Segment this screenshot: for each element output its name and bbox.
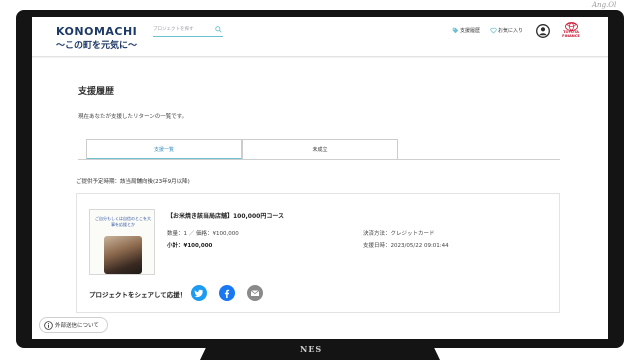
share-facebook-button[interactable]: [219, 285, 235, 301]
twitter-icon: [194, 289, 203, 298]
site-header: KONOMACHI 〜この町を元気に〜 プロジェクトを探す 支援履歴 お気に入り: [32, 17, 608, 57]
main-content: 支援履歴 現在あなたが支援したリターンの一覧です。 支援一覧 未成立 ご提供予定…: [32, 58, 608, 339]
tab-unestablished[interactable]: 未成立: [242, 139, 398, 160]
quantity-price: 数量：1 ／ 価格：¥100,000: [167, 231, 239, 237]
support-history-label: 支援履歴: [460, 28, 481, 34]
delivery-period-label: ご提供予定時期：該当局舗向後(23年9月以降): [76, 179, 190, 185]
site-logo-title[interactable]: KONOMACHI: [56, 25, 137, 38]
project-thumbnail[interactable]: ご自分もしくは自信のとこを大事を応援とか: [89, 209, 155, 275]
thumbnail-photo: [104, 236, 142, 274]
user-account-icon[interactable]: [536, 24, 550, 38]
page-description: 現在あなたが支援したリターンの一覧です。: [78, 114, 188, 120]
search-icon[interactable]: [215, 26, 222, 33]
share-twitter-button[interactable]: [191, 285, 207, 301]
watermark: Ang.Ol: [592, 1, 617, 9]
heart-icon: [490, 27, 497, 34]
toyota-finance-logo: TOYOTA FINANCE: [560, 22, 582, 44]
favorites-link[interactable]: お気に入り: [490, 27, 523, 34]
search-placeholder: プロジェクトを探す: [153, 27, 194, 32]
support-date: 支援日時：2023/05/22 09:01:44: [363, 243, 449, 249]
subtotal: 小計：¥100,000: [167, 243, 213, 249]
external-transmission-label: 外部送信について: [55, 323, 99, 329]
site-logo-subtitle[interactable]: 〜この町を元気に〜: [56, 38, 137, 51]
browser-screen: KONOMACHI 〜この町を元気に〜 プロジェクトを探す 支援履歴 お気に入り: [32, 17, 608, 339]
toyota-finance-text: TOYOTA FINANCE: [562, 30, 580, 38]
mail-icon: [250, 290, 260, 296]
info-icon: [44, 320, 53, 330]
support-item-card: ご自分もしくは自信のとこを大事を応援とか 【お米焼き該当局店舗】100,000円…: [76, 193, 560, 313]
share-label: プロジェクトをシェアして応援！: [89, 291, 187, 299]
search-input[interactable]: プロジェクトを探す: [153, 25, 223, 37]
course-title: 【お米焼き該当局店舗】100,000円コース: [167, 213, 285, 220]
tab-divider: [78, 159, 560, 160]
thumbnail-caption: ご自分もしくは自信のとこを大事を応援とか: [95, 216, 151, 227]
facebook-icon: [224, 289, 230, 298]
payment-method: 決済方法：クレジットカード: [363, 231, 435, 237]
external-transmission-button[interactable]: 外部送信について: [39, 317, 108, 333]
share-mail-button[interactable]: [247, 285, 263, 301]
page-title: 支援履歴: [78, 87, 115, 97]
favorites-label: お気に入り: [498, 28, 524, 34]
tag-icon: [452, 27, 459, 34]
device-brand: NES: [300, 344, 323, 354]
support-history-link[interactable]: 支援履歴: [452, 27, 480, 34]
tab-support-list[interactable]: 支援一覧: [86, 139, 242, 160]
